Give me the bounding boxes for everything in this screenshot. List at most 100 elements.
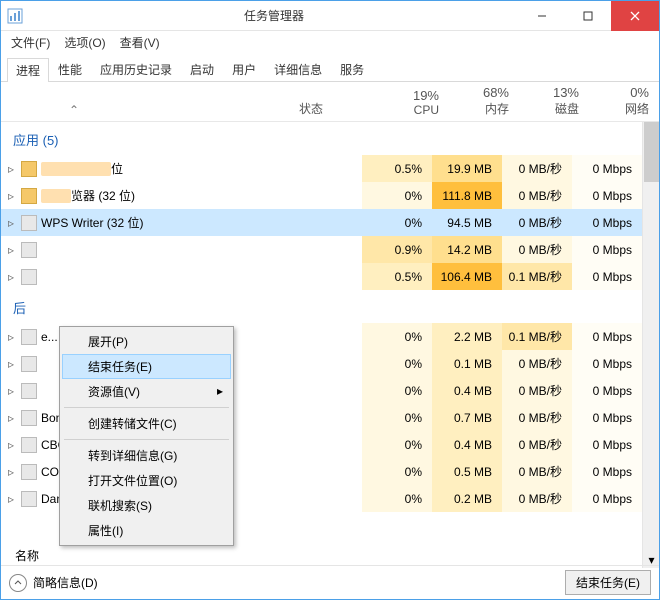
col-status[interactable]: 状态 — [299, 100, 379, 117]
window-title: 任务管理器 — [29, 7, 519, 24]
cell: 94.5 MB — [432, 209, 502, 236]
tab-services[interactable]: 服务 — [331, 57, 373, 81]
fewer-details-label: 简略信息(D) — [33, 574, 98, 591]
net-lbl: 网络 — [589, 100, 649, 117]
process-name-text: WPS Writer (32 位) — [41, 214, 143, 231]
cell: 0 MB/秒 — [502, 458, 572, 485]
mem-pct: 68% — [449, 85, 509, 100]
ctx-props[interactable]: 属性(I) — [62, 518, 231, 543]
cell: 2.2 MB — [432, 323, 502, 350]
menu-options[interactable]: 选项(O) — [58, 32, 111, 53]
end-task-button[interactable]: 结束任务(E) — [565, 570, 651, 595]
cell: 0 MB/秒 — [502, 209, 572, 236]
expand-icon[interactable]: ▹ — [1, 243, 21, 257]
cell: 0.1 MB/秒 — [502, 323, 572, 350]
process-name: 位 — [21, 160, 362, 177]
cell: 0 Mbps — [572, 155, 642, 182]
expand-icon[interactable]: ▹ — [1, 438, 21, 452]
redacted-text — [41, 189, 71, 203]
cell: 0.1 MB — [432, 350, 502, 377]
maximize-button[interactable] — [565, 1, 611, 31]
app-icon — [21, 329, 37, 345]
tab-startup[interactable]: 启动 — [181, 57, 223, 81]
app-icon — [21, 383, 37, 399]
cell: 0% — [362, 350, 432, 377]
process-row[interactable]: ▹览器 (32 位)0%111.8 MB0 MB/秒0 Mbps — [1, 182, 642, 209]
disk-lbl: 磁盘 — [519, 100, 579, 117]
tab-users[interactable]: 用户 — [223, 57, 265, 81]
minimize-button[interactable] — [519, 1, 565, 31]
process-name — [21, 269, 362, 285]
vertical-scrollbar[interactable]: ▾ — [642, 122, 659, 568]
cell: 0.9% — [362, 236, 432, 263]
expand-icon[interactable]: ▹ — [1, 270, 21, 284]
app-icon — [21, 188, 37, 204]
col-cpu[interactable]: 19%CPU — [379, 88, 449, 117]
group-header: 应用 (5) — [1, 122, 642, 155]
window: 任务管理器 文件(F) 选项(O) 查看(V) 进程 性能 应用历史记录 启动 … — [0, 0, 660, 600]
column-headers: ⌃ 名称 状态 19%CPU 68%内存 13%磁盘 0%网络 — [1, 82, 659, 122]
process-name — [21, 242, 362, 258]
tabs: 进程 性能 应用历史记录 启动 用户 详细信息 服务 — [1, 53, 659, 82]
cell: 0.4 MB — [432, 377, 502, 404]
cell: 14.2 MB — [432, 236, 502, 263]
app-icon — [21, 464, 37, 480]
expand-icon[interactable]: ▹ — [1, 465, 21, 479]
ctx-openloc[interactable]: 打开文件位置(O) — [62, 468, 231, 493]
ctx-resources[interactable]: 资源值(V)▸ — [62, 379, 231, 404]
context-menu: 展开(P) 结束任务(E) 资源值(V)▸ 创建转储文件(C) 转到详细信息(G… — [59, 326, 234, 546]
expand-icon[interactable]: ▹ — [1, 411, 21, 425]
ctx-endtask[interactable]: 结束任务(E) — [62, 354, 231, 379]
ctx-dump[interactable]: 创建转储文件(C) — [62, 411, 231, 436]
app-icon — [21, 269, 37, 285]
expand-icon[interactable]: ▹ — [1, 162, 21, 176]
process-row[interactable]: ▹位0.5%19.9 MB0 MB/秒0 Mbps — [1, 155, 642, 182]
ctx-resources-label: 资源值(V) — [88, 385, 140, 399]
tab-processes[interactable]: 进程 — [7, 58, 49, 82]
sort-indicator-icon: ⌃ — [69, 103, 79, 117]
tab-details[interactable]: 详细信息 — [265, 57, 331, 81]
col-mem[interactable]: 68%内存 — [449, 85, 519, 117]
ctx-search[interactable]: 联机搜索(S) — [62, 493, 231, 518]
cell: 0 Mbps — [572, 350, 642, 377]
expand-icon[interactable]: ▹ — [1, 492, 21, 506]
expand-icon[interactable]: ▹ — [1, 189, 21, 203]
cell: 0 Mbps — [572, 431, 642, 458]
menu-view[interactable]: 查看(V) — [114, 32, 166, 53]
close-button[interactable] — [611, 1, 659, 31]
cell: 0% — [362, 209, 432, 236]
app-icon — [21, 410, 37, 426]
expand-icon[interactable]: ▹ — [1, 357, 21, 371]
fewer-details-button[interactable]: 简略信息(D) — [9, 574, 98, 592]
cell: 0 MB/秒 — [502, 485, 572, 512]
expand-icon[interactable]: ▹ — [1, 330, 21, 344]
cell: 0% — [362, 404, 432, 431]
chevron-up-icon — [9, 574, 27, 592]
expand-icon[interactable]: ▹ — [1, 384, 21, 398]
process-row[interactable]: ▹0.9%14.2 MB0 MB/秒0 Mbps — [1, 236, 642, 263]
ctx-details[interactable]: 转到详细信息(G) — [62, 443, 231, 468]
cell: 0 Mbps — [572, 323, 642, 350]
process-row[interactable]: ▹WPS Writer (32 位)0%94.5 MB0 MB/秒0 Mbps — [1, 209, 642, 236]
app-icon — [21, 161, 37, 177]
ctx-expand[interactable]: 展开(P) — [62, 329, 231, 354]
col-net[interactable]: 0%网络 — [589, 85, 659, 117]
cell: 0 Mbps — [572, 458, 642, 485]
titlebar: 任务管理器 — [1, 1, 659, 31]
scrollbar-thumb[interactable] — [644, 122, 659, 182]
cell: 0 MB/秒 — [502, 431, 572, 458]
menu-file[interactable]: 文件(F) — [5, 32, 56, 53]
cell: 0% — [362, 377, 432, 404]
tab-history[interactable]: 应用历史记录 — [91, 57, 181, 81]
tab-performance[interactable]: 性能 — [49, 57, 91, 81]
cell: 0 Mbps — [572, 182, 642, 209]
ctx-separator — [64, 407, 229, 408]
cell: 0% — [362, 323, 432, 350]
process-row[interactable]: ▹0.5%106.4 MB0.1 MB/秒0 Mbps — [1, 263, 642, 290]
col-disk[interactable]: 13%磁盘 — [519, 85, 589, 117]
expand-icon[interactable]: ▹ — [1, 216, 21, 230]
window-buttons — [519, 1, 659, 31]
col-name[interactable]: ⌃ 名称 — [1, 103, 299, 117]
cell: 0% — [362, 182, 432, 209]
cpu-lbl: CPU — [379, 103, 439, 117]
